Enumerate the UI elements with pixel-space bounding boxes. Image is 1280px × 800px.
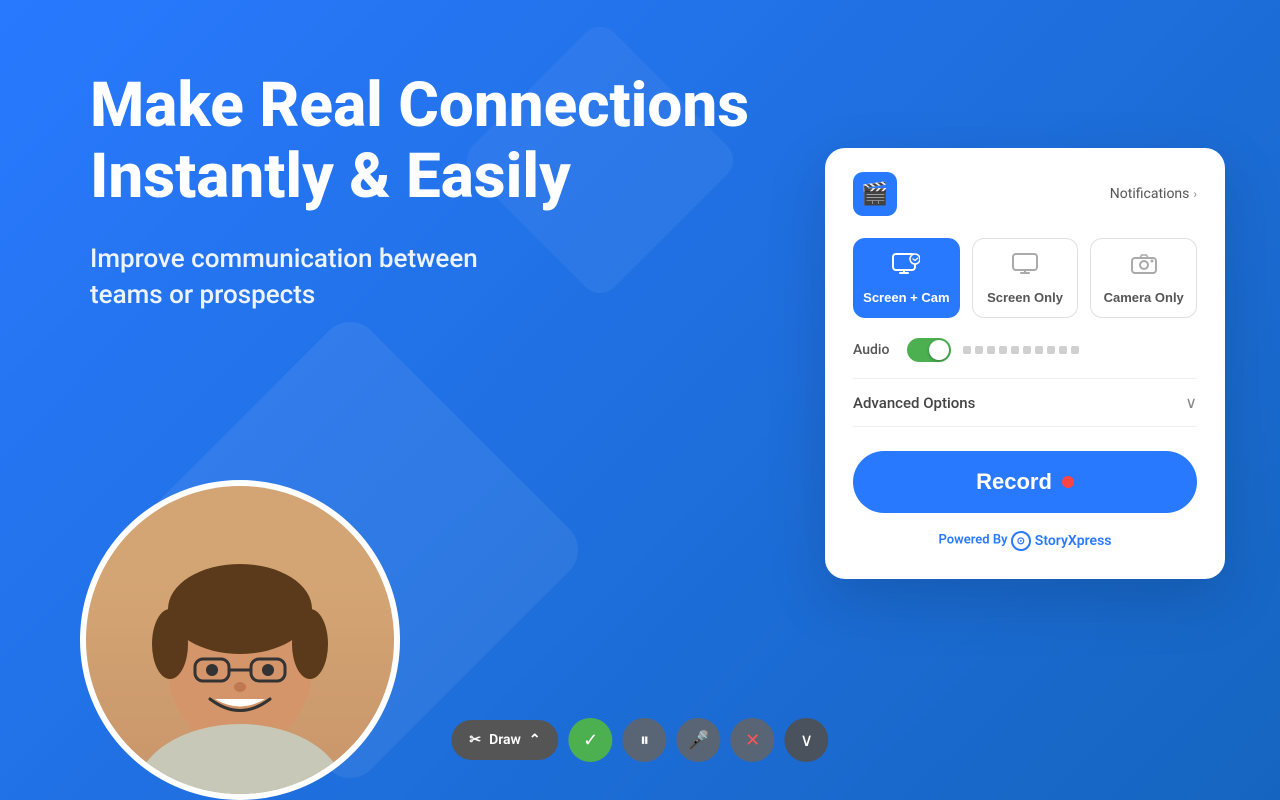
advanced-label: Advanced Options bbox=[853, 394, 975, 412]
avatar bbox=[80, 480, 400, 800]
app-logo: 🎬 bbox=[853, 172, 897, 216]
audio-bar-6 bbox=[1023, 346, 1031, 354]
screen-cam-button[interactable]: Screen + Cam bbox=[853, 238, 960, 318]
checkmark-icon: ✓ bbox=[583, 730, 598, 751]
screen-only-button[interactable]: Screen Only bbox=[972, 238, 1079, 318]
audio-bar-4 bbox=[999, 346, 1007, 354]
audio-bar-10 bbox=[1071, 346, 1079, 354]
audio-bar-8 bbox=[1047, 346, 1055, 354]
brand-name: StoryXpress bbox=[1035, 533, 1112, 549]
camera-only-button[interactable]: Camera Only bbox=[1090, 238, 1197, 318]
advanced-options-row[interactable]: Advanced Options ∨ bbox=[853, 378, 1197, 427]
close-icon: ✕ bbox=[745, 730, 760, 751]
camera-only-icon bbox=[1131, 253, 1157, 282]
pause-button[interactable]: ⏸ bbox=[623, 718, 667, 762]
main-title: Make Real Connections Instantly & Easily bbox=[90, 70, 749, 213]
microphone-icon: 🎤 bbox=[687, 730, 709, 751]
draw-label: Draw bbox=[489, 732, 521, 748]
screen-cam-label: Screen + Cam bbox=[863, 290, 949, 305]
chevron-down-icon: ∨ bbox=[1185, 393, 1197, 412]
audio-bar-5 bbox=[1011, 346, 1019, 354]
screen-only-label: Screen Only bbox=[987, 290, 1063, 305]
record-dot-icon bbox=[1062, 476, 1074, 488]
toggle-knob bbox=[929, 340, 949, 360]
clapperboard-icon: 🎬 bbox=[861, 182, 888, 207]
record-label: Record bbox=[976, 469, 1052, 495]
record-panel: 🎬 Notifications › Screen + Cam bbox=[825, 148, 1225, 579]
screen-only-icon bbox=[1012, 253, 1038, 282]
bottom-toolbar: ✂ Draw ⌃ ✓ ⏸ 🎤 ✕ ∨ bbox=[451, 718, 828, 762]
audio-bar-1 bbox=[963, 346, 971, 354]
hero-content: Make Real Connections Instantly & Easily… bbox=[90, 70, 749, 313]
screen-cam-icon bbox=[892, 253, 920, 282]
audio-bar-9 bbox=[1059, 346, 1067, 354]
audio-bar-2 bbox=[975, 346, 983, 354]
scissors-icon: ✂ bbox=[469, 732, 481, 748]
storyxpress-logo: ⊙ StoryXpress bbox=[1011, 531, 1112, 551]
notifications-chevron: › bbox=[1193, 187, 1197, 201]
draw-button[interactable]: ✂ Draw ⌃ bbox=[451, 720, 558, 760]
record-button[interactable]: Record bbox=[853, 451, 1197, 513]
more-button[interactable]: ∨ bbox=[785, 718, 829, 762]
confirm-button[interactable]: ✓ bbox=[569, 718, 613, 762]
close-button[interactable]: ✕ bbox=[731, 718, 775, 762]
powered-by: Powered By ⊙ StoryXpress bbox=[853, 531, 1197, 551]
audio-toggle[interactable] bbox=[907, 338, 951, 362]
audio-bar-3 bbox=[987, 346, 995, 354]
camera-only-label: Camera Only bbox=[1104, 290, 1184, 305]
powered-by-text: Powered By bbox=[939, 533, 1008, 548]
sub-title: Improve communication betweenteams or pr… bbox=[90, 241, 749, 314]
mode-buttons: Screen + Cam Screen Only bbox=[853, 238, 1197, 318]
draw-chevron-icon: ⌃ bbox=[529, 732, 541, 748]
storyxpress-icon: ⊙ bbox=[1011, 531, 1031, 551]
microphone-button[interactable]: 🎤 bbox=[677, 718, 721, 762]
audio-bar-7 bbox=[1035, 346, 1043, 354]
panel-header: 🎬 Notifications › bbox=[853, 172, 1197, 216]
pause-icon: ⏸ bbox=[640, 730, 649, 751]
chevron-down-toolbar-icon: ∨ bbox=[800, 730, 813, 751]
notifications-label: Notifications bbox=[1110, 186, 1190, 202]
audio-label: Audio bbox=[853, 342, 895, 358]
audio-row: Audio bbox=[853, 338, 1197, 362]
notifications-link[interactable]: Notifications › bbox=[1110, 186, 1197, 202]
audio-visualizer bbox=[963, 346, 1079, 354]
